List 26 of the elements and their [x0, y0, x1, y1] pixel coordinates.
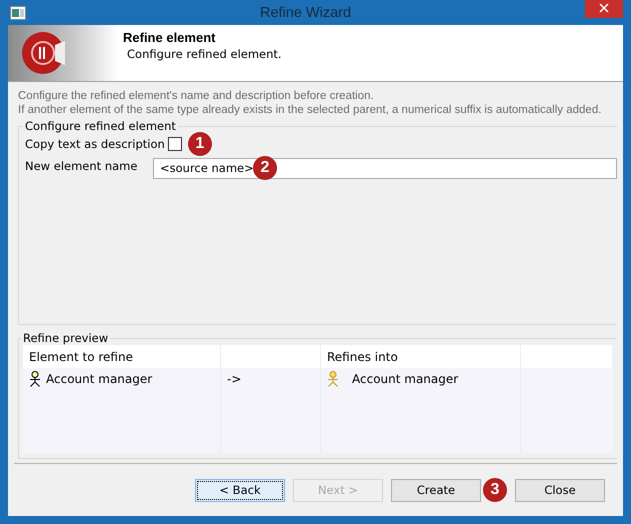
dialog-button[interactable]: Create: [391, 478, 481, 502]
description-text: If another element of the same type already exists in the selected parent, a numerical suffix is automatically added.: [18, 103, 602, 117]
callout-badge: 3: [483, 478, 507, 502]
logo-icon: [21, 31, 65, 75]
table-cell: ->: [227, 372, 242, 386]
checkbox[interactable]: [168, 137, 182, 151]
column-header[interactable]: Refines into: [327, 350, 398, 364]
close-icon: [599, 2, 609, 12]
callout-badge: 1: [188, 132, 212, 156]
banner-subtitle: Configure refined element.: [126, 47, 282, 61]
field-label: New element name: [25, 158, 138, 173]
group-title: Refine preview: [22, 331, 110, 345]
actor-icon: [29, 371, 41, 387]
actor-icon: [327, 371, 339, 387]
close-button[interactable]: [585, 0, 623, 18]
window-icon: [10, 6, 26, 20]
column-header[interactable]: Element to refine: [29, 350, 133, 364]
table-cell: Account manager: [46, 372, 152, 386]
banner-title: Refine element: [123, 30, 216, 45]
window-title: Refine Wizard: [258, 4, 352, 20]
table-cell: Account manager: [352, 372, 458, 386]
checkbox-label: Copy text as description: [25, 137, 165, 151]
dialog-button[interactable]: Close: [515, 478, 605, 502]
description-text: Configure the refined element's name and description before creation.: [18, 89, 374, 103]
dialog-button[interactable]: < Back: [195, 478, 285, 502]
group-title: Configure refined element: [24, 119, 177, 133]
